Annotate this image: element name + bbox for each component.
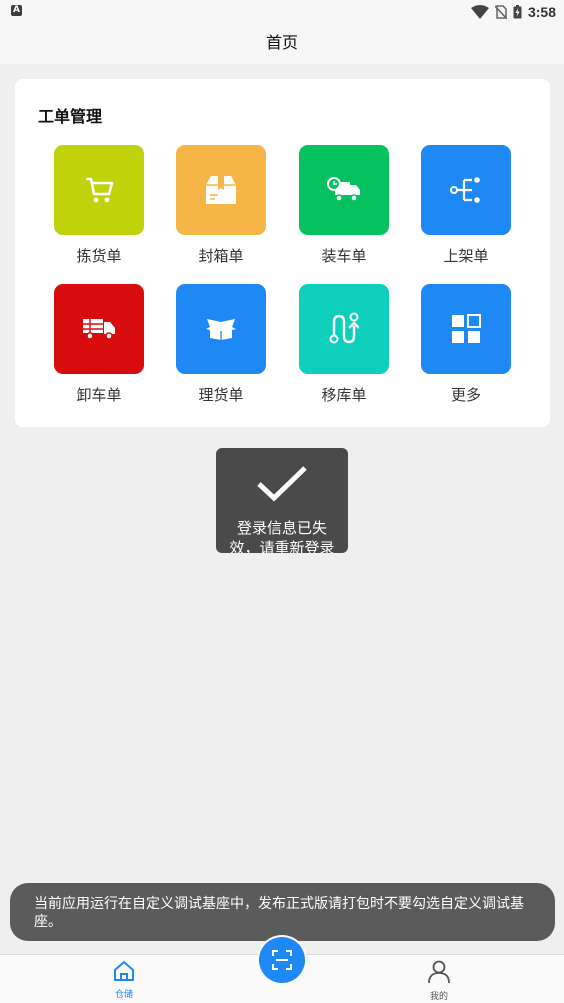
- tile-icon-bg: [421, 145, 511, 235]
- tile-tally-order[interactable]: 理货单: [176, 284, 266, 405]
- open-box-icon: [206, 319, 236, 340]
- no-sim-icon: [494, 5, 507, 19]
- tile-unloading-order[interactable]: 卸车单: [54, 284, 144, 405]
- work-order-card: 工单管理 拣货单 封箱单 装车单 上架单 卸车单 理货单 移库单 更多: [15, 79, 550, 427]
- scan-icon: [272, 950, 292, 970]
- tile-label: 封箱单: [198, 247, 244, 265]
- tile-icon-bg: [299, 284, 389, 374]
- tile-label: 更多: [450, 386, 481, 404]
- status-bar: A 3:58: [0, 0, 564, 22]
- truck-clock-icon: [327, 177, 360, 202]
- tab-label: 仓储: [114, 990, 133, 1000]
- tile-icon-bg: [54, 145, 144, 235]
- toast: 登录信息已失效，请重新登录: [216, 448, 348, 553]
- tile-loading-order[interactable]: 装车单: [299, 145, 389, 266]
- debug-snackbar: 当前应用运行在自定义调试基座中，发布正式版请打包时不要勾选自定义调试基座。: [10, 883, 555, 941]
- toast-message: 登录信息已失效，请重新登录: [229, 519, 335, 553]
- scan-button[interactable]: [259, 937, 305, 983]
- tile-label: 卸车单: [76, 386, 122, 404]
- tile-transfer-order[interactable]: 移库单: [299, 284, 389, 405]
- person-icon: [428, 960, 450, 984]
- tile-icon-bg: [176, 145, 266, 235]
- tile-icon-bg: [421, 284, 511, 374]
- box-icon: [206, 176, 236, 204]
- home-icon: [114, 961, 134, 981]
- page-title: 首页: [265, 33, 298, 52]
- tile-label: 移库单: [321, 386, 367, 404]
- tile-shelving-order[interactable]: 上架单: [421, 145, 511, 266]
- unload-truck-icon: [83, 319, 115, 340]
- tile-label: 理货单: [198, 386, 244, 404]
- snackbar-message: 当前应用运行在自定义调试基座中，发布正式版请打包时不要勾选自定义调试基座。: [34, 896, 524, 930]
- route-icon: [329, 312, 359, 344]
- tab-label: 我的: [429, 992, 448, 1002]
- tree-icon: [450, 177, 480, 203]
- check-icon: [257, 466, 307, 502]
- cart-icon: [86, 177, 114, 203]
- keyboard-indicator-icon: A: [11, 5, 22, 16]
- tile-label: 装车单: [321, 247, 367, 265]
- tab-warehouse[interactable]: 仓储: [94, 960, 154, 1000]
- tile-label: 上架单: [443, 247, 489, 265]
- tile-picking-order[interactable]: 拣货单: [54, 145, 144, 266]
- section-title: 工单管理: [38, 107, 103, 126]
- tile-boxing-order[interactable]: 封箱单: [176, 145, 266, 266]
- tile-icon-bg: [299, 145, 389, 235]
- tile-more[interactable]: 更多: [421, 284, 511, 405]
- wifi-icon: [470, 5, 489, 19]
- battery-icon: [513, 5, 522, 19]
- tab-mine[interactable]: 我的: [409, 960, 469, 1002]
- tile-icon-bg: [176, 284, 266, 374]
- clock: 3:58: [527, 4, 556, 20]
- tile-label: 拣货单: [76, 247, 122, 265]
- nav-header: 首页: [0, 22, 564, 64]
- tile-icon-bg: [54, 284, 144, 374]
- grid-icon: [452, 314, 481, 343]
